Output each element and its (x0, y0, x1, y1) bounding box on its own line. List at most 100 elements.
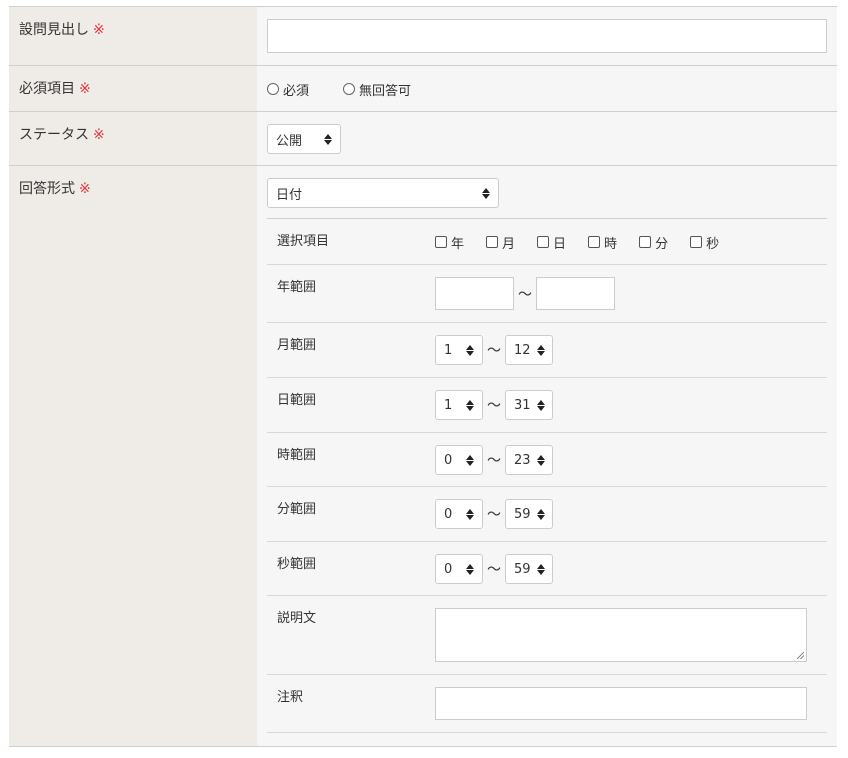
checkbox-icon[interactable] (537, 236, 550, 248)
day-range-row: 日範囲 1 ～ 31 (267, 378, 827, 433)
range-separator: ～ (487, 453, 501, 469)
day-to-value: 31 (514, 397, 531, 413)
select-arrows-icon (466, 344, 474, 356)
select-items-label: 選択項目 (277, 234, 330, 249)
minute-range-value: 0 ～ 59 (435, 487, 827, 541)
radio-optional[interactable]: 無回答可 (343, 80, 411, 99)
minute-from-value: 0 (444, 506, 453, 522)
select-arrows-icon (536, 344, 545, 356)
second-range-row: 秒範囲 0 ～ 59 (267, 542, 827, 596)
select-arrows-icon (536, 563, 545, 575)
year-range: ～ (435, 277, 615, 310)
range-separator: ～ (487, 343, 501, 359)
hour-to-value: 23 (514, 452, 531, 468)
select-arrows-icon (466, 563, 474, 575)
answer-format-select[interactable]: 日付 (267, 178, 499, 208)
check-second-label: 秒 (706, 236, 720, 252)
check-minute-label: 分 (655, 236, 669, 252)
second-to-select[interactable]: 59 (505, 554, 553, 584)
check-minute[interactable]: 分 (639, 233, 668, 252)
second-range: 0 ～ 59 (435, 554, 553, 584)
range-separator: ～ (487, 507, 501, 523)
month-range-label: 月範囲 (277, 338, 317, 353)
hour-from-value: 0 (444, 452, 453, 468)
note-label: 注釈 (277, 690, 304, 705)
check-year[interactable]: 年 (435, 233, 464, 252)
check-hour[interactable]: 時 (588, 233, 617, 252)
heading-row: 設問見出し ※ (9, 7, 837, 66)
answer-format-label: 回答形式 (19, 181, 75, 197)
select-arrows-icon (466, 399, 474, 411)
heading-label-cell: 設問見出し ※ (9, 7, 257, 65)
minute-from-select[interactable]: 0 (435, 499, 483, 529)
minute-range-row: 分範囲 0 ～ 59 (267, 487, 827, 542)
year-to-input[interactable] (536, 277, 615, 310)
day-from-select[interactable]: 1 (435, 390, 483, 420)
required-label: 必須項目 (19, 81, 75, 97)
required-value-cell: 必須 無回答可 (257, 66, 837, 111)
answer-format-value-cell: 日付 選択項目 年 月 日 時 分 秒 年範囲 ～ 月範囲 1 ～ 12 日範囲… (257, 166, 837, 746)
radio-circle-icon[interactable] (267, 83, 279, 95)
required-label-cell: 必須項目 ※ (9, 66, 257, 111)
day-to-select[interactable]: 31 (505, 390, 553, 420)
select-arrows-icon (324, 133, 332, 145)
minute-to-value: 59 (514, 506, 531, 522)
status-row: ステータス ※ 公開 (9, 112, 837, 166)
day-range-label: 日範囲 (277, 393, 317, 408)
description-textarea[interactable] (435, 608, 807, 662)
radio-circle-icon[interactable] (343, 83, 356, 95)
checkbox-icon[interactable] (435, 236, 447, 248)
answer-format-label-cell: 回答形式 ※ (9, 166, 257, 746)
checkbox-icon[interactable] (486, 236, 499, 248)
second-from-select[interactable]: 0 (435, 554, 483, 584)
year-range-row: 年範囲 ～ (267, 265, 827, 323)
select-arrows-icon (466, 508, 474, 520)
required-radio-group: 必須 無回答可 (267, 78, 827, 100)
day-range-value: 1 ～ 31 (435, 378, 827, 432)
status-label-cell: ステータス ※ (9, 112, 257, 165)
day-from-value: 1 (444, 397, 453, 413)
date-settings-table: 選択項目 年 月 日 時 分 秒 年範囲 ～ 月範囲 1 ～ 12 日範囲 1 … (267, 218, 827, 733)
status-select[interactable]: 公開 (267, 124, 341, 154)
second-to-value: 59 (514, 561, 531, 577)
month-from-value: 1 (444, 342, 453, 358)
year-range-label: 年範囲 (277, 280, 317, 295)
check-month[interactable]: 月 (486, 233, 515, 252)
year-from-input[interactable] (435, 277, 514, 310)
checkbox-icon[interactable] (588, 236, 601, 248)
select-arrows-icon (536, 454, 545, 466)
second-range-value: 0 ～ 59 (435, 542, 827, 595)
select-arrows-icon (536, 399, 545, 411)
resize-grip-icon[interactable] (797, 652, 804, 659)
hour-range-value: 0 ～ 23 (435, 433, 827, 486)
required-mark: ※ (79, 81, 91, 97)
range-separator: ～ (518, 286, 532, 303)
status-select-value: 公開 (276, 133, 303, 149)
month-from-select[interactable]: 1 (435, 335, 483, 365)
range-separator: ～ (487, 562, 501, 578)
answer-format-row: 回答形式 ※ 日付 選択項目 年 月 日 時 分 秒 年範囲 ～ 月範囲 1 ～… (9, 166, 837, 747)
note-input[interactable] (435, 687, 807, 720)
required-row: 必須項目 ※ 必須 無回答可 (9, 66, 837, 112)
hour-from-select[interactable]: 0 (435, 445, 483, 475)
range-separator: ～ (487, 398, 501, 414)
heading-input[interactable] (267, 19, 827, 53)
month-to-select[interactable]: 12 (505, 335, 553, 365)
checkbox-icon[interactable] (690, 236, 703, 248)
check-hour-label: 時 (604, 236, 618, 252)
minute-to-select[interactable]: 59 (505, 499, 553, 529)
description-row: 説明文 (267, 596, 827, 675)
heading-label: 設問見出し (19, 22, 89, 38)
checkbox-icon[interactable] (639, 236, 652, 248)
select-items-row: 選択項目 年 月 日 時 分 秒 (267, 219, 827, 265)
select-items-value: 年 月 日 時 分 秒 (435, 219, 827, 264)
radio-required[interactable]: 必須 (267, 80, 309, 99)
check-second[interactable]: 秒 (690, 233, 719, 252)
question-form: 設問見出し ※ 必須項目 ※ 必須 無回答可 ステータス ※ 公開 回答形式 ※… (9, 6, 837, 747)
hour-to-select[interactable]: 23 (505, 445, 553, 475)
day-range: 1 ～ 31 (435, 390, 553, 420)
answer-format-select-value: 日付 (276, 187, 303, 203)
description-value (435, 596, 827, 674)
check-day[interactable]: 日 (537, 233, 566, 252)
second-from-value: 0 (444, 561, 453, 577)
